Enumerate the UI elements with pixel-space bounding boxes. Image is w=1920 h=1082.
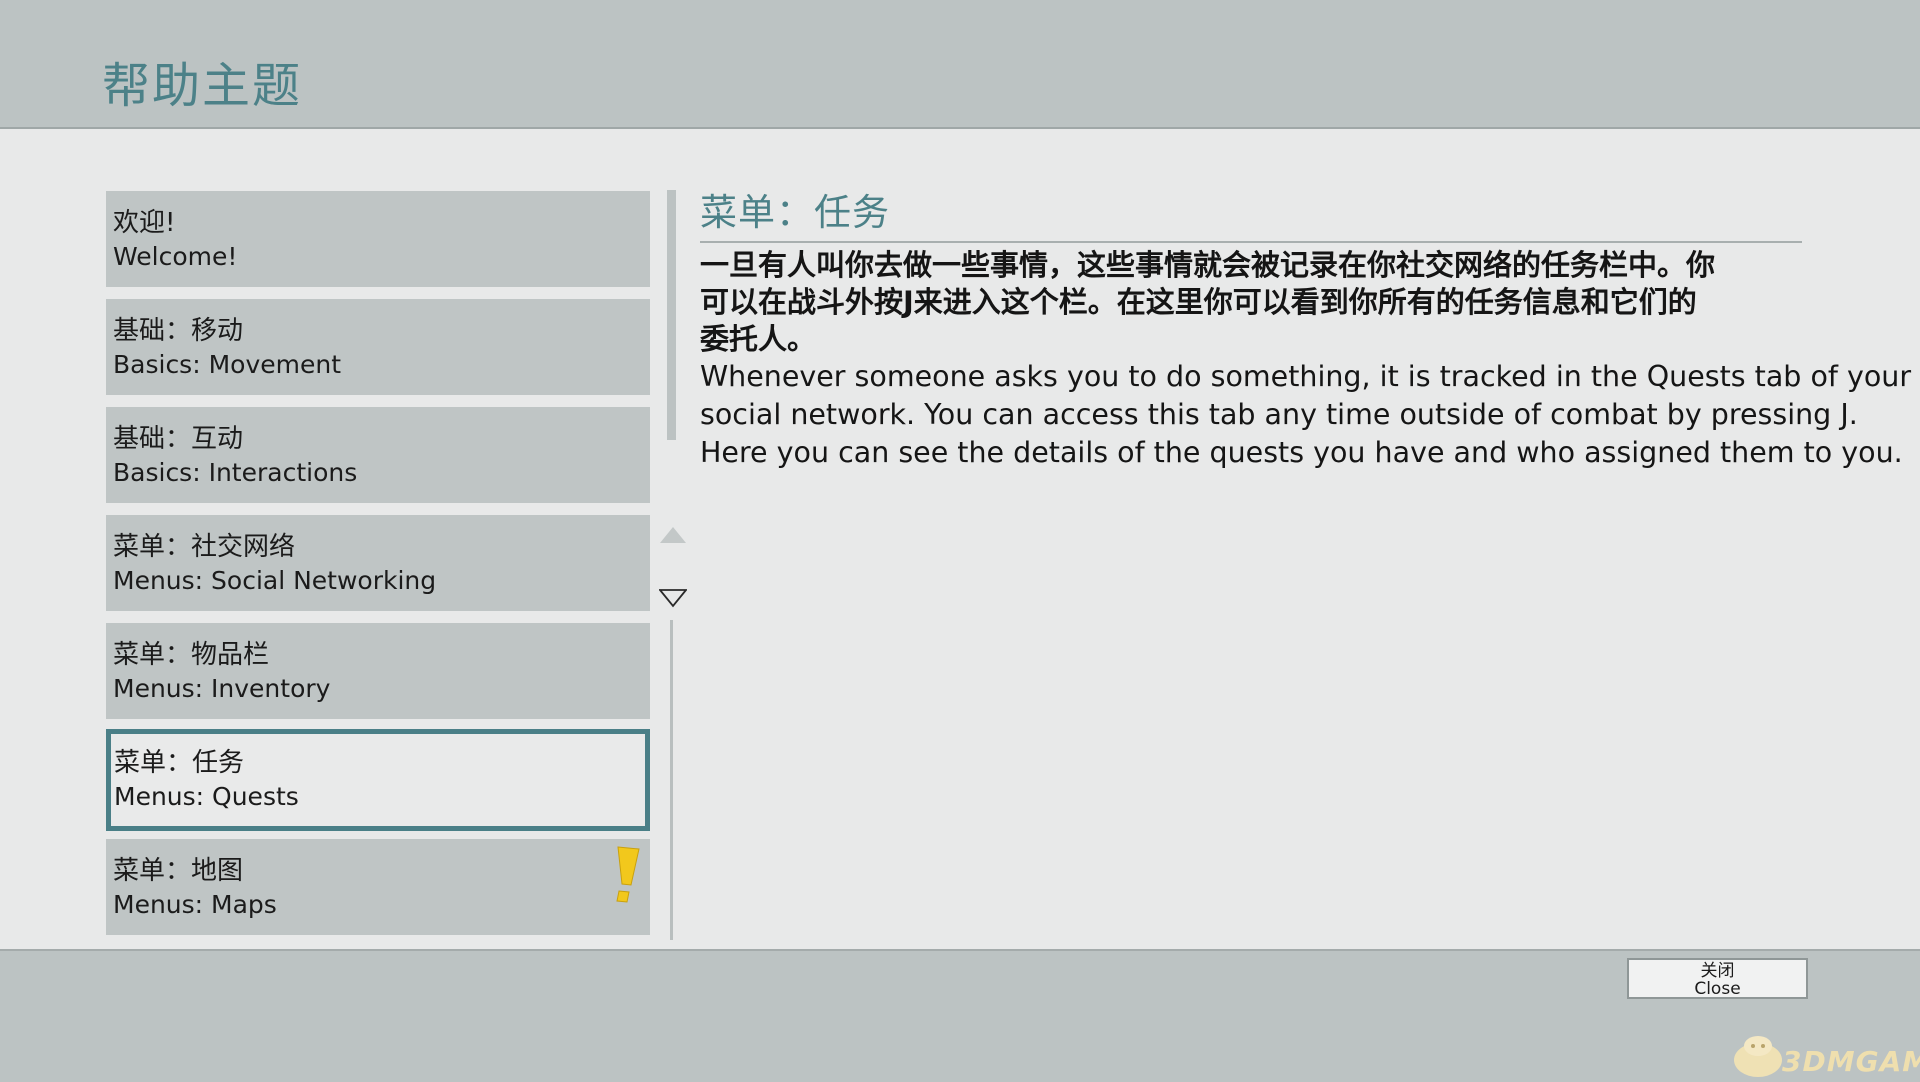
topic-item-quests[interactable]: 菜单：任务 Menus: Quests — [106, 729, 650, 831]
page-title: 帮助主题 — [102, 58, 303, 114]
close-button[interactable]: 关闭 Close — [1627, 958, 1808, 999]
header-bar: 帮助主题 — [0, 0, 1920, 129]
topic-label-zh: 菜单：社交网络 — [113, 532, 296, 562]
topic-label-zh: 菜单：任务 — [114, 748, 245, 778]
close-label-zh: 关闭 — [1700, 961, 1735, 981]
topic-label-en: Welcome! — [113, 242, 238, 271]
topic-description-en: Whenever someone asks you to do somethin… — [700, 358, 1912, 472]
topic-item-maps[interactable]: 菜单：地图 Menus: Maps — [106, 839, 650, 935]
description-line: 委托人。 — [700, 322, 817, 356]
watermark-logo-icon — [1734, 1036, 1782, 1077]
close-label-en: Close — [1694, 979, 1741, 999]
description-line: social network. You can access this tab … — [700, 398, 1858, 431]
topic-label-en: Menus: Social Networking — [113, 566, 437, 595]
watermark-text: 3DMGAME — [1782, 1045, 1920, 1078]
topic-label-en: Menus: Maps — [113, 890, 277, 919]
scroll-down-icon[interactable] — [659, 588, 687, 608]
topic-detail-title: 菜单：任务 — [700, 190, 1802, 243]
description-line: Whenever someone asks you to do somethin… — [700, 360, 1912, 393]
topic-label-en: Basics: Movement — [113, 350, 342, 379]
topic-label-zh: 欢迎! — [113, 208, 176, 238]
topic-label-zh: 菜单：物品栏 — [113, 640, 270, 670]
topic-label-en: Menus: Inventory — [113, 674, 331, 703]
topic-label-zh: 菜单：地图 — [113, 856, 244, 886]
new-alert-icon — [616, 846, 640, 903]
scroll-up-icon[interactable] — [659, 526, 687, 544]
topic-item-welcome[interactable]: 欢迎! Welcome! — [106, 191, 650, 287]
description-line: 一旦有人叫你去做一些事情，这些事情就会被记录在你社交网络的任务栏中。你 — [700, 248, 1716, 282]
topic-label-zh: 基础：移动 — [113, 316, 244, 346]
topic-label-zh: 基础：互动 — [113, 424, 244, 454]
topic-item-social-networking[interactable]: 菜单：社交网络 Menus: Social Networking — [106, 515, 650, 611]
topic-item-inventory[interactable]: 菜单：物品栏 Menus: Inventory — [106, 623, 650, 719]
watermark: 3DMGAME — [1730, 1034, 1920, 1078]
description-line: Here you can see the details of the ques… — [700, 436, 1903, 469]
topic-item-interactions[interactable]: 基础：互动 Basics: Interactions — [106, 407, 650, 503]
topic-detail-panel: 菜单：任务 一旦有人叫你去做一些事情，这些事情就会被记录在你社交网络的任务栏中。… — [700, 190, 1912, 472]
topic-item-movement[interactable]: 基础：移动 Basics: Movement — [106, 299, 650, 395]
topic-description-zh: 一旦有人叫你去做一些事情，这些事情就会被记录在你社交网络的任务栏中。你 可以在战… — [700, 247, 1802, 358]
description-line: 可以在战斗外按J来进入这个栏。在这里你可以看到你所有的任务信息和它们的 — [700, 285, 1697, 319]
scroll-track-lower — [670, 620, 673, 940]
scroll-thumb[interactable] — [667, 190, 676, 440]
topic-label-en: Basics: Interactions — [113, 458, 358, 487]
topic-label-en: Menus: Quests — [114, 782, 299, 811]
